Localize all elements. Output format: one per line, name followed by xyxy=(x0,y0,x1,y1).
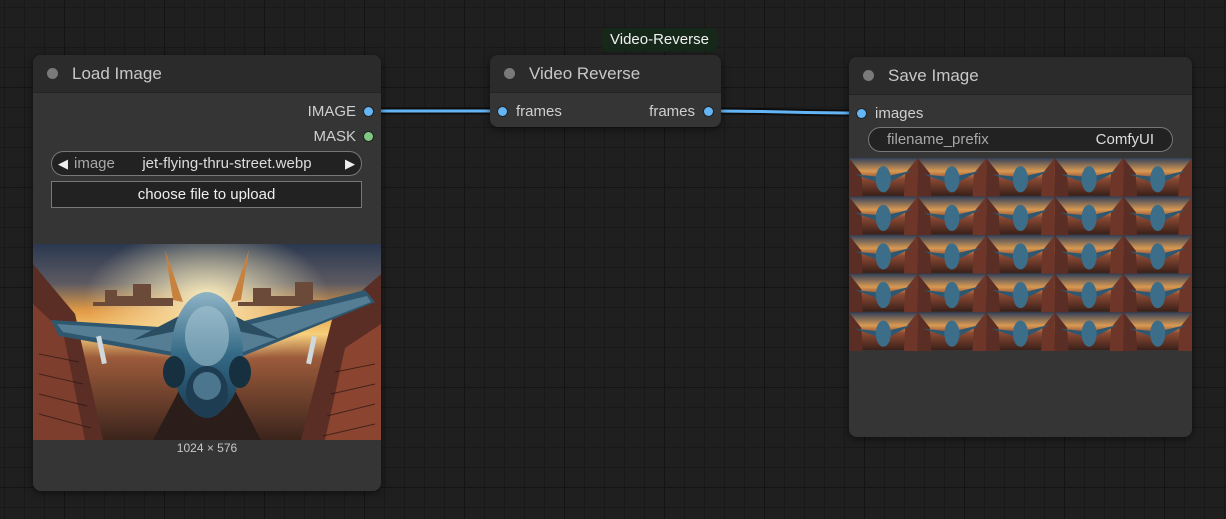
frame-thumbnail xyxy=(917,312,987,351)
node-title-bar[interactable]: Video Reverse xyxy=(490,55,721,93)
frame-thumbnail xyxy=(849,273,918,313)
input-label-images: images xyxy=(875,104,924,122)
collapse-dot-icon[interactable] xyxy=(863,70,874,81)
frame-thumbnail xyxy=(849,312,918,351)
frame-thumbnail xyxy=(986,312,1055,351)
node-title: Load Image xyxy=(72,63,162,83)
image-socket-icon[interactable] xyxy=(364,106,373,116)
load-image-node[interactable]: Load Image IMAGE MASK ◀ image jet-flying… xyxy=(33,55,381,491)
save-image-node[interactable]: Save Image images filename_prefix ComfyU… xyxy=(849,57,1192,437)
frames-input-socket-icon[interactable] xyxy=(498,106,507,116)
widget-value: jet-flying-thru-street.webp xyxy=(142,155,312,172)
image-dimensions: 1024 × 576 xyxy=(176,441,238,455)
image-combo-widget[interactable]: ◀ image jet-flying-thru-street.webp ▶ xyxy=(51,151,362,176)
images-input-socket-icon[interactable] xyxy=(857,108,866,118)
collapse-dot-icon[interactable] xyxy=(47,68,58,79)
widget-name: image xyxy=(74,155,115,172)
output-slot-frames[interactable]: frames xyxy=(649,101,713,121)
output-slot-image[interactable]: IMAGE xyxy=(308,101,373,121)
video-reverse-node[interactable]: Video Reverse frames frames xyxy=(490,55,721,127)
frame-thumbnail xyxy=(1054,273,1124,313)
frame-thumbnail xyxy=(986,158,1055,197)
frame-thumbnail xyxy=(1123,235,1192,274)
filename-prefix-widget[interactable]: filename_prefix ComfyUI xyxy=(868,127,1173,152)
image-preview xyxy=(33,244,381,440)
frame-thumbnail xyxy=(917,273,987,313)
output-frames-preview xyxy=(849,158,1192,351)
output-label-frames: frames xyxy=(649,102,695,120)
node-title: Save Image xyxy=(888,65,979,85)
collapse-dot-icon[interactable] xyxy=(504,68,515,79)
prev-arrow-icon[interactable]: ◀ xyxy=(52,156,74,172)
node-title-bar[interactable]: Load Image xyxy=(33,55,381,93)
input-slot-images[interactable]: images xyxy=(857,103,923,123)
output-slot-mask[interactable]: MASK xyxy=(313,126,373,146)
graph-canvas[interactable]: Load Image IMAGE MASK ◀ image jet-flying… xyxy=(0,0,1226,519)
frame-thumbnail xyxy=(1054,312,1124,351)
frame-thumbnail xyxy=(1123,158,1192,197)
widget-name: filename_prefix xyxy=(887,131,989,148)
frame-thumbnail xyxy=(849,235,918,274)
input-label-frames: frames xyxy=(516,102,562,120)
output-label-mask: MASK xyxy=(313,127,356,145)
frame-thumbnail xyxy=(1123,312,1192,351)
frame-thumbnail xyxy=(1123,196,1192,236)
frame-thumbnail xyxy=(917,196,987,236)
node-title: Video Reverse xyxy=(529,63,641,83)
frame-thumbnail xyxy=(849,196,918,236)
node-title-bar[interactable]: Save Image xyxy=(849,57,1192,95)
frame-thumbnail xyxy=(986,273,1055,313)
output-label-image: IMAGE xyxy=(307,102,356,120)
next-arrow-icon[interactable]: ▶ xyxy=(339,156,361,172)
frame-thumbnail xyxy=(986,196,1055,236)
node-badge: Video-Reverse xyxy=(602,28,717,52)
widget-value: ComfyUI xyxy=(1095,131,1154,148)
frame-thumbnail xyxy=(849,158,918,197)
frame-thumbnail xyxy=(1123,273,1192,313)
upload-label: choose file to upload xyxy=(137,186,276,203)
frame-thumbnail xyxy=(1054,158,1124,197)
frame-thumbnail xyxy=(917,158,987,197)
input-slot-frames[interactable]: frames xyxy=(498,101,562,121)
frame-thumbnail xyxy=(1054,196,1124,236)
upload-button[interactable]: choose file to upload xyxy=(51,181,362,208)
frame-thumbnail xyxy=(917,235,987,274)
mask-socket-icon[interactable] xyxy=(364,131,373,141)
frames-output-socket-icon[interactable] xyxy=(704,106,713,116)
frame-thumbnail xyxy=(986,235,1055,274)
frame-thumbnail xyxy=(1054,235,1124,274)
